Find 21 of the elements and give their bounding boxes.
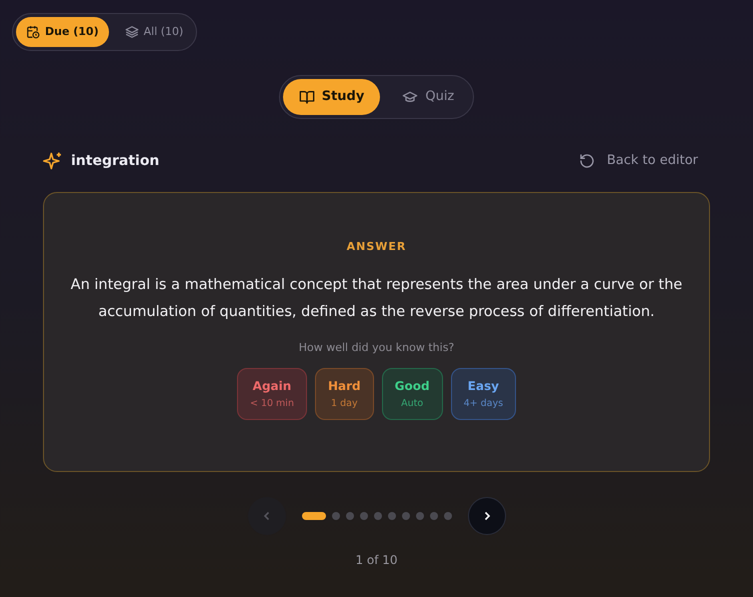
mode-tab[interactable]: Study [282, 79, 380, 115]
filter-tab[interactable]: Due (10) [16, 17, 109, 47]
mode-tab[interactable]: Quiz [386, 79, 470, 115]
back-to-editor-link[interactable]: Back to editor [578, 151, 698, 171]
rating-button[interactable]: Again < 10 min [236, 368, 307, 420]
deck-title: integration [71, 152, 160, 170]
rating-prompt: How well did you know this? [298, 340, 454, 356]
sparkle-icon [43, 151, 63, 171]
undo-icon [578, 153, 595, 169]
graduation-cap-icon [402, 89, 418, 105]
rating-button[interactable]: Easy 4+ days [450, 368, 516, 420]
card-counter: 1 of 10 [355, 552, 398, 569]
calendar-clock-icon [26, 25, 40, 39]
filter-tab[interactable]: All (10) [114, 17, 194, 47]
answer-text: An integral is a mathematical concept that represents the area under a curve or the accumulation of quantities, defined as the reverse process of differentiation. [70, 276, 684, 322]
rating-button[interactable]: Good Auto [382, 368, 443, 420]
open-book-icon [298, 89, 315, 105]
rating-button[interactable]: Hard 1 day [314, 368, 374, 420]
next-button[interactable] [468, 497, 506, 535]
side-label: ANSWER [346, 239, 406, 255]
layers-icon [124, 25, 139, 39]
